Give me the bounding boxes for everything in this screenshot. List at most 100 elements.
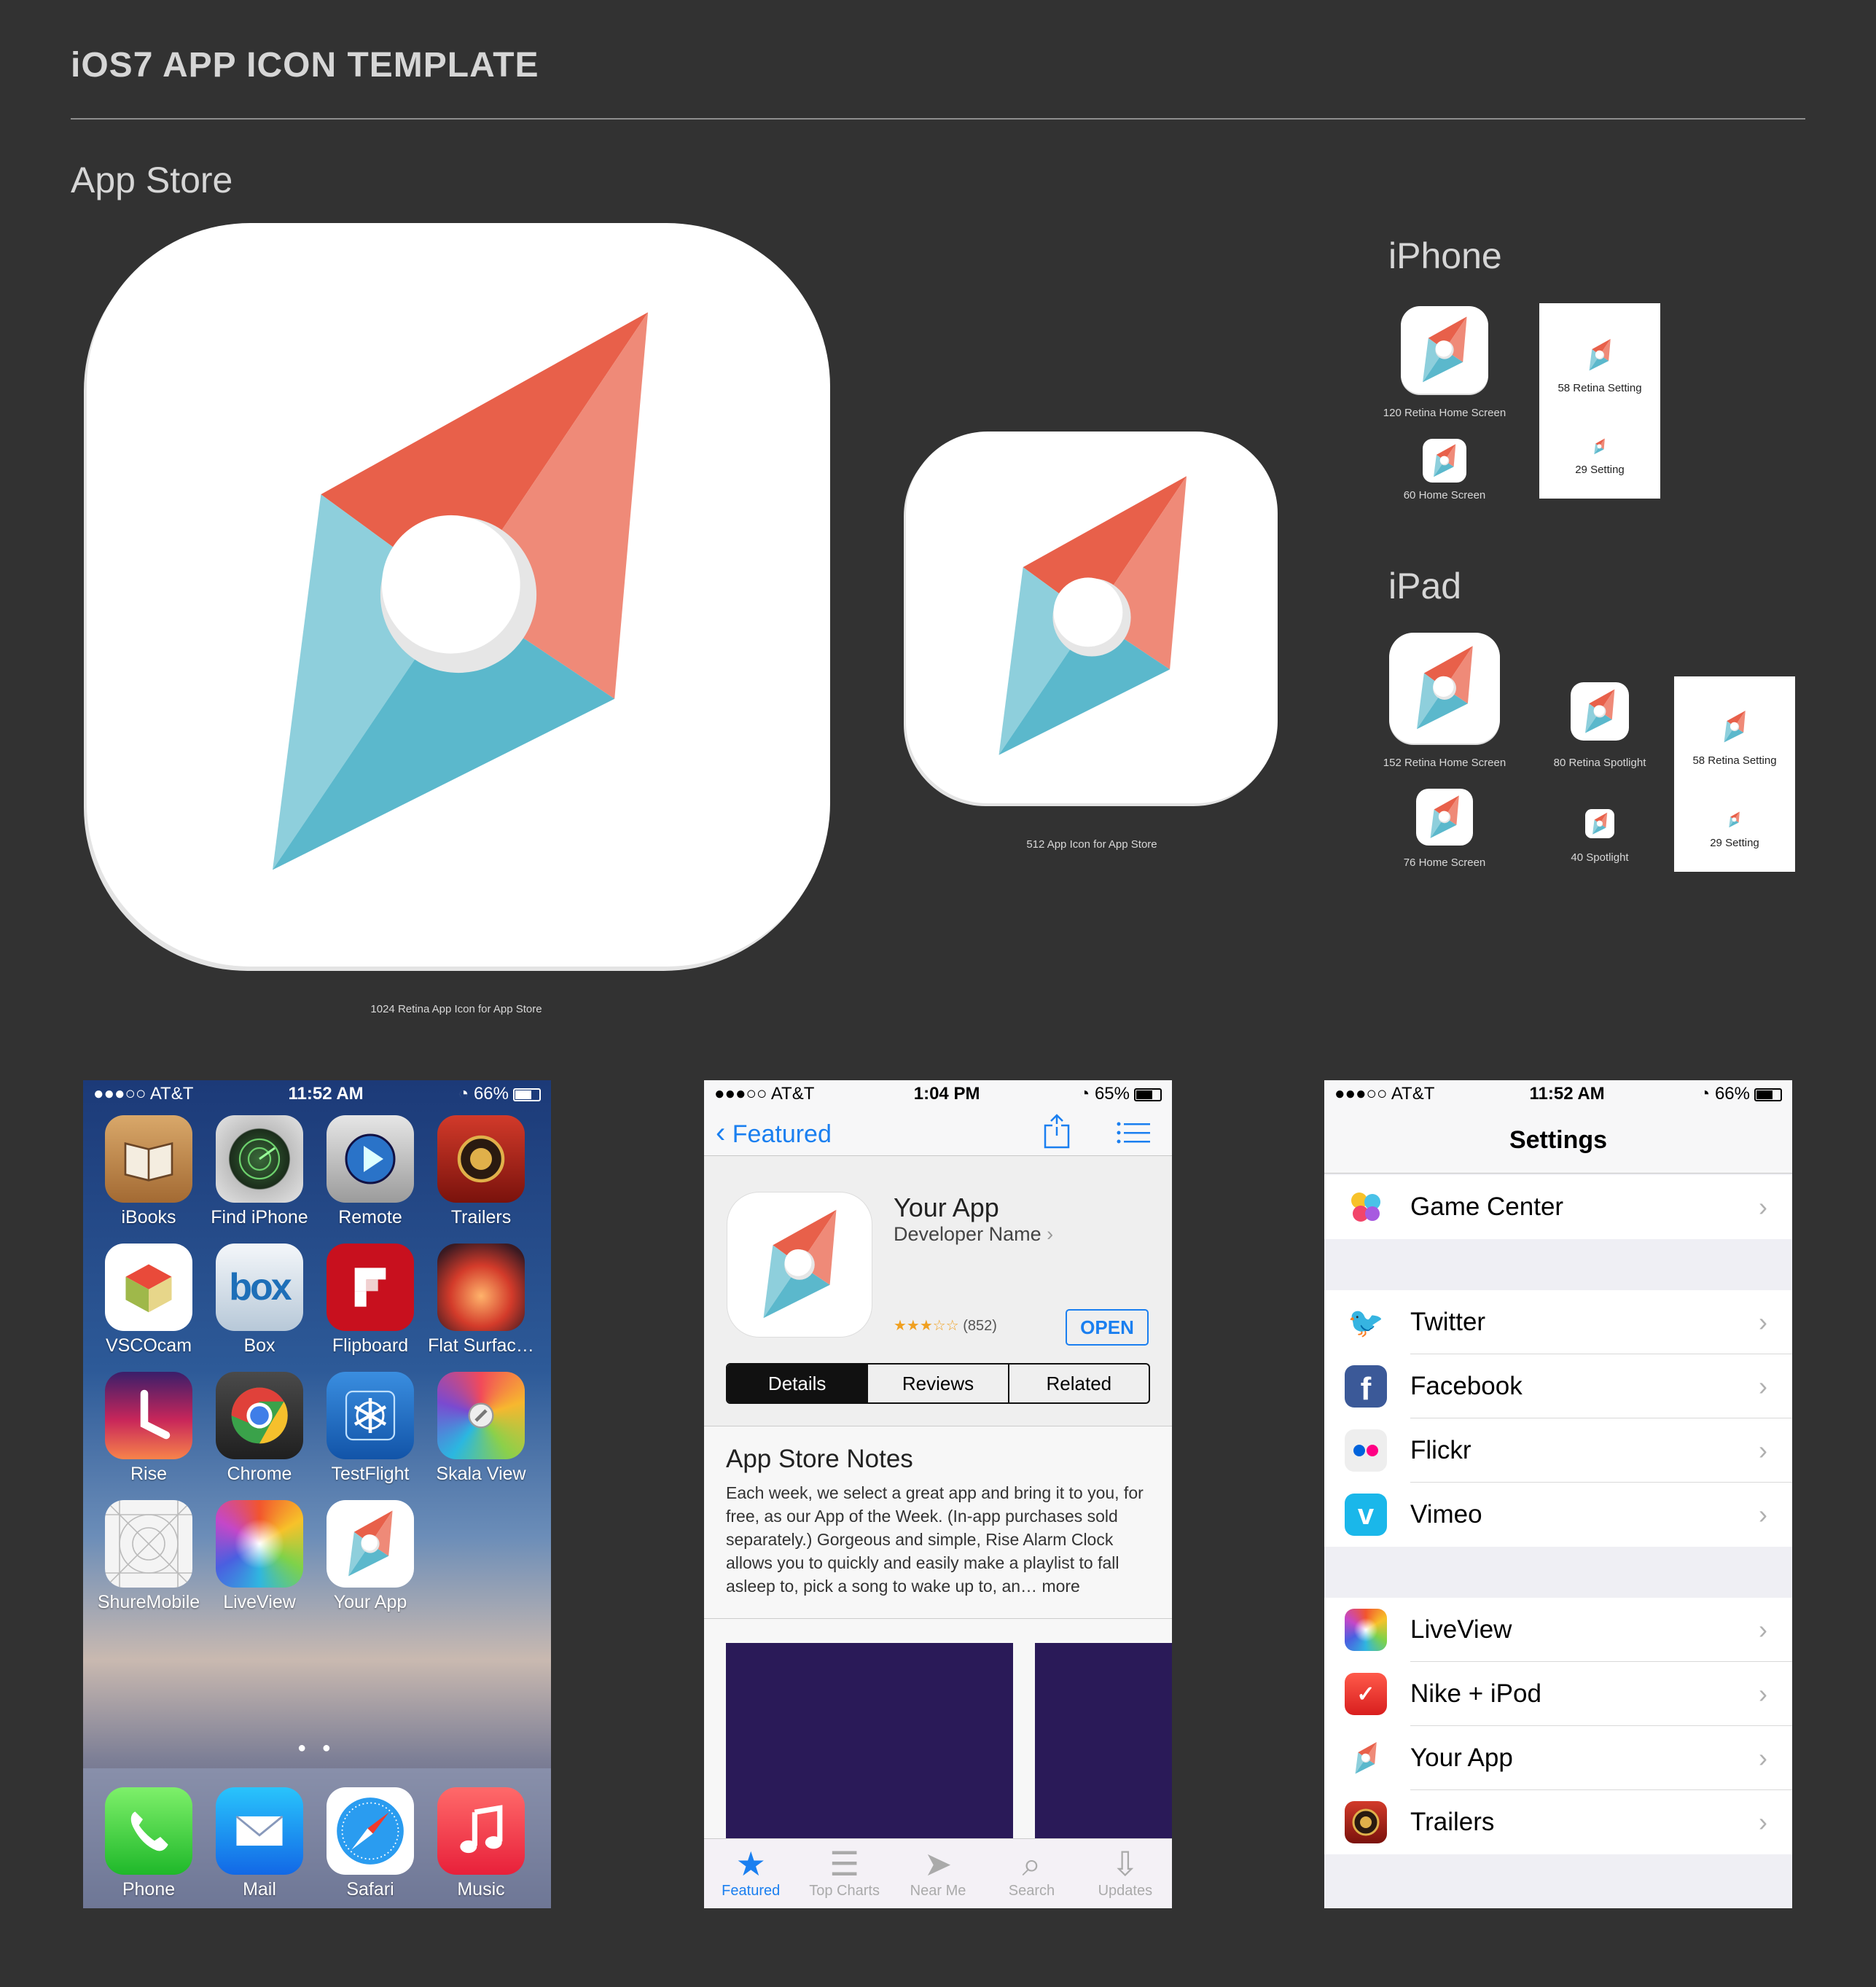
settings-row-flickr[interactable]: Flickr › — [1324, 1418, 1792, 1483]
caption-58-ipad: 58 Retina Setting — [1692, 754, 1777, 767]
app-icon-40 — [1585, 809, 1614, 838]
app-phone[interactable]: Phone — [93, 1787, 204, 1900]
app-store-phone: ●●●○○ AT&T 1:04 PM ◔ 65% ‹ Featured Your… — [704, 1080, 1172, 1908]
app-flat-surface[interactable]: Flat Surfac… — [426, 1244, 536, 1356]
app-chrome[interactable]: Chrome — [204, 1372, 315, 1485]
app-vscocam[interactable]: VSCOcam — [93, 1244, 204, 1356]
settings-phone: ●●●○○ AT&T 11:52 AM ◔ 66% Settings Game … — [1324, 1080, 1792, 1908]
tab-featured[interactable]: ★ Featured — [704, 1839, 797, 1908]
screenshot-1[interactable] — [726, 1643, 1013, 1840]
caption-29-ipad: 29 Setting — [1710, 837, 1759, 849]
app-flipboard[interactable]: Flipboard — [315, 1244, 426, 1356]
settings-row-twitter[interactable]: 🐦 Twitter › — [1324, 1290, 1792, 1354]
caption-58-iphone: 58 Retina Setting — [1558, 382, 1642, 394]
app-testflight[interactable]: TestFlight — [315, 1372, 426, 1485]
cube-icon — [105, 1244, 192, 1331]
battery-icon — [1134, 1088, 1162, 1101]
chevron-right-icon: › — [1759, 1615, 1767, 1644]
tab-near-me[interactable]: ➤ Near Me — [891, 1839, 985, 1908]
music-icon — [437, 1787, 525, 1875]
settings-row-facebook[interactable]: f Facebook › — [1324, 1354, 1792, 1418]
app-skala-view[interactable]: Skala View — [426, 1372, 536, 1485]
section-ipad: iPad — [1388, 566, 1462, 606]
app-label: Trailers — [450, 1207, 512, 1227]
developer-link[interactable]: Developer Name › — [894, 1223, 1053, 1246]
app-icon-512 — [906, 432, 1278, 803]
settings-row-vimeo[interactable]: v Vimeo › — [1324, 1483, 1792, 1547]
app-label: Remote — [338, 1207, 402, 1227]
chrome-icon — [216, 1372, 303, 1459]
compass-icon — [1713, 706, 1756, 748]
app-label: LiveView — [223, 1592, 296, 1612]
open-label: OPEN — [1080, 1316, 1134, 1338]
row-label: Facebook — [1410, 1372, 1523, 1400]
liveview-icon — [216, 1500, 303, 1588]
app-shuremobile[interactable]: ShureMobile — [93, 1500, 204, 1613]
section-app-store: App Store — [71, 160, 233, 200]
chevron-left-icon: ‹ — [716, 1117, 726, 1149]
tab-top-charts[interactable]: ☰ Top Charts — [797, 1839, 891, 1908]
chevron-right-icon: › — [1759, 1743, 1767, 1773]
app-find-iphone[interactable]: Find iPhone — [204, 1115, 315, 1228]
chevron-right-icon: › — [1047, 1223, 1054, 1245]
tab-bar: ★ Featured ☰ Top Charts ➤ Near Me ⌕ Search ⇩… — [704, 1838, 1172, 1908]
compass-icon — [1416, 789, 1473, 846]
segment-reviews[interactable]: Reviews — [868, 1365, 1009, 1402]
settings-icon-panel-iphone: 58 Retina Setting 29 Setting — [1539, 303, 1660, 499]
app-music[interactable]: Music — [426, 1787, 536, 1900]
app-label: Flat Surfac… — [428, 1335, 534, 1356]
app-trailers[interactable]: Trailers — [426, 1115, 536, 1228]
settings-row-trailers[interactable]: Trailers › — [1324, 1790, 1792, 1854]
divider — [71, 118, 1805, 120]
twitter-icon: 🐦 — [1345, 1301, 1387, 1343]
app-icon — [727, 1192, 872, 1337]
grid-icon — [105, 1500, 192, 1588]
tab-search[interactable]: ⌕ Search — [985, 1839, 1078, 1908]
app-ibooks[interactable]: iBooks — [93, 1115, 204, 1228]
app-safari[interactable]: Safari — [315, 1787, 426, 1900]
share-icon[interactable] — [1042, 1112, 1071, 1150]
status-bar: ●●●○○ AT&T 11:52 AM ◔ 66% — [83, 1080, 551, 1108]
app-mail[interactable]: Mail — [204, 1787, 315, 1900]
segmented-control: Details Reviews Related — [726, 1363, 1150, 1404]
caption-29-iphone: 29 Setting — [1575, 464, 1625, 476]
settings-row-nike[interactable]: ✓ Nike + iPod › — [1324, 1662, 1792, 1726]
row-label: Game Center — [1410, 1192, 1564, 1221]
battery-icon — [1754, 1088, 1782, 1101]
settings-row-game-center[interactable]: Game Center › — [1324, 1175, 1792, 1239]
star-rating: ★★★☆☆ (852) — [894, 1316, 997, 1335]
screenshot-2[interactable] — [1035, 1643, 1172, 1840]
app-liveview[interactable]: LiveView — [204, 1500, 315, 1613]
app-your-app[interactable]: Your App — [315, 1500, 426, 1613]
tab-updates[interactable]: ⇩ Updates — [1079, 1839, 1172, 1908]
settings-row-liveview[interactable]: LiveView › — [1324, 1598, 1792, 1662]
app-rise[interactable]: Rise — [93, 1372, 204, 1485]
back-button[interactable]: ‹ Featured — [716, 1117, 832, 1149]
chevron-right-icon: › — [1759, 1371, 1767, 1401]
app-remote[interactable]: Remote — [315, 1115, 426, 1228]
stars: ★★★☆☆ — [894, 1318, 959, 1334]
more-link[interactable]: more — [1041, 1577, 1079, 1596]
app-box[interactable]: box Box — [204, 1244, 315, 1356]
compass-icon — [1423, 439, 1466, 483]
caption-512: 512 App Icon for App Store — [1026, 838, 1157, 851]
compass-icon — [1585, 809, 1614, 838]
settings-row-your-app[interactable]: Your App › — [1324, 1726, 1792, 1790]
segment-details[interactable]: Details — [727, 1365, 869, 1402]
nav-bar: ‹ Featured — [704, 1108, 1172, 1156]
star-icon: ★ — [735, 1845, 766, 1883]
flickr-icon — [1345, 1429, 1387, 1472]
carrier: ●●●○○ AT&T — [93, 1084, 194, 1104]
compass-icon — [1579, 334, 1621, 376]
list-menu-icon[interactable] — [1117, 1121, 1150, 1144]
developer-name: Developer Name — [894, 1223, 1041, 1245]
app-label: Safari — [346, 1879, 394, 1900]
segment-related[interactable]: Related — [1009, 1365, 1149, 1402]
app-icon-120 — [1401, 306, 1488, 394]
open-button[interactable]: OPEN — [1066, 1309, 1149, 1346]
section-iphone: iPhone — [1388, 235, 1502, 276]
box-icon: box — [216, 1244, 303, 1331]
phone-icon — [105, 1787, 192, 1875]
radar-icon — [216, 1115, 303, 1203]
app-label: Rise — [130, 1464, 167, 1484]
